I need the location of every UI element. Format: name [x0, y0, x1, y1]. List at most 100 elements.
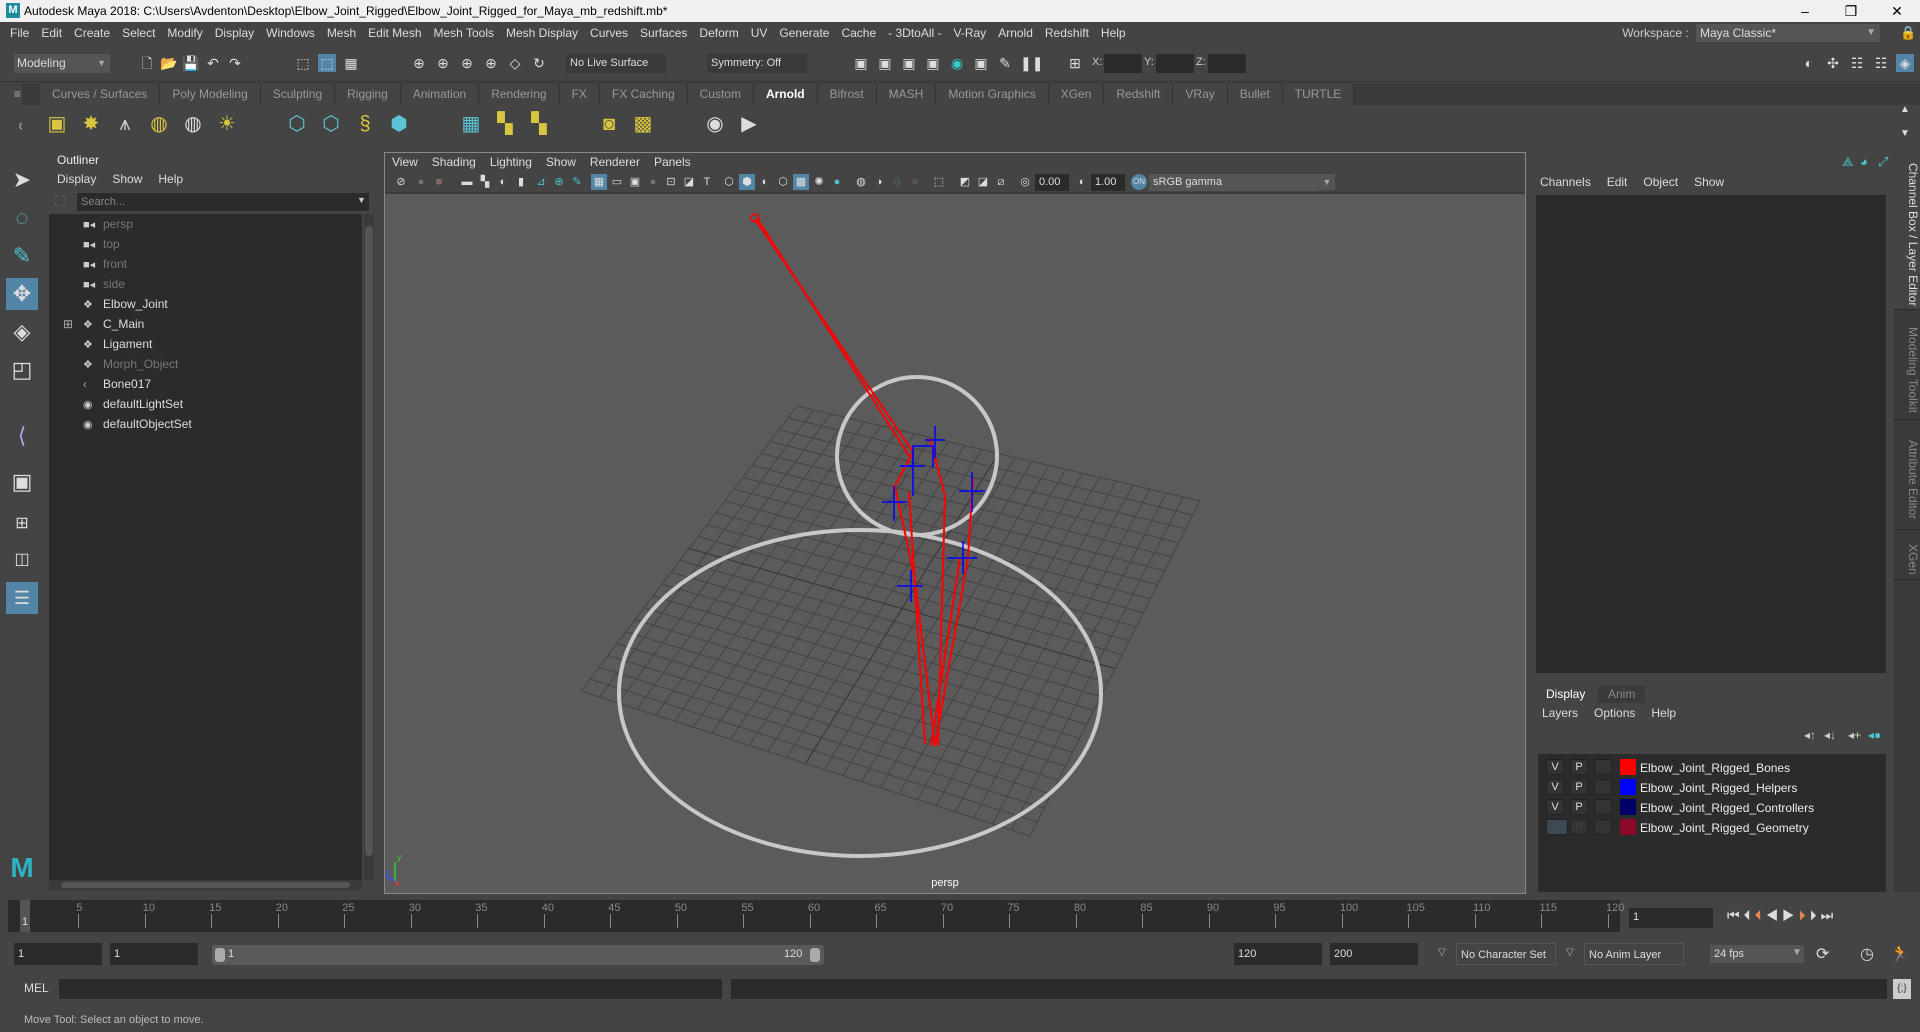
viewport-panel[interactable]: View Shading Lighting Show Renderer Panels ⊘ …	[384, 152, 1526, 894]
reference-toggle[interactable]	[1594, 819, 1612, 835]
reference-toggle[interactable]	[1594, 799, 1612, 815]
camera-attributes-icon[interactable]: ▬	[459, 174, 475, 190]
close-button[interactable]: ✕	[1874, 0, 1920, 22]
menu-display[interactable]: Display	[209, 22, 260, 44]
channel-box-menu-edit[interactable]: Edit	[1599, 172, 1636, 192]
outliner-item[interactable]: ◉ defaultLightSet	[83, 394, 183, 414]
default-material-icon[interactable]: ◐	[757, 174, 773, 190]
redo-icon[interactable]: ↷	[226, 54, 244, 72]
exposure-field[interactable]: 0.00	[1035, 174, 1069, 191]
arnold-render-icon[interactable]: ▶	[736, 111, 762, 137]
safe-title-icon[interactable]: T	[699, 174, 715, 190]
exposure-icon[interactable]: ◎	[1017, 174, 1033, 190]
anim-layer-arrow-icon[interactable]: ▽	[1566, 947, 1574, 958]
character-set-dropdown[interactable]: No Character Set	[1456, 943, 1556, 965]
select-tool-icon[interactable]: ➤	[6, 164, 38, 196]
xray-icon[interactable]: ◩	[957, 174, 973, 190]
outliner-search-input[interactable]: Search...	[77, 193, 369, 211]
fps-dropdown-arrow[interactable]: ▼	[1792, 947, 1802, 958]
menu-windows[interactable]: Windows	[260, 22, 321, 44]
visibility-toggle[interactable]	[1546, 819, 1568, 835]
last-tool-icon[interactable]: ⟨	[6, 420, 38, 452]
auto-key-icon[interactable]: ◷	[1860, 944, 1874, 964]
move-layer-down-icon[interactable]: ◂↓	[1824, 728, 1836, 742]
scene-start-field[interactable]: 1	[14, 943, 102, 965]
go-to-start-icon[interactable]: ⏮	[1727, 907, 1744, 923]
motion-blur-icon[interactable]: ◑	[871, 174, 887, 190]
reference-toggle[interactable]	[1594, 779, 1612, 795]
shelf-tab-poly-modeling[interactable]: Poly Modeling	[160, 84, 261, 105]
filter-icon[interactable]: ⛶	[55, 193, 65, 210]
shelf-scroll-down[interactable]: ▼	[1900, 128, 1910, 139]
loop-icon[interactable]: ⟳	[1816, 944, 1829, 964]
resolution-gate-icon[interactable]: ✎	[569, 174, 585, 190]
area-light-icon[interactable]: ▣	[44, 111, 70, 137]
layer-name[interactable]: Elbow_Joint_Rigged_Controllers	[1640, 798, 1814, 818]
shelf-tab-redshift[interactable]: Redshift	[1104, 84, 1174, 105]
go-to-end-icon[interactable]: ⏭	[1821, 907, 1838, 923]
grid-toggle-small-icon[interactable]: ⊿	[533, 174, 549, 190]
visibility-toggle[interactable]: V	[1546, 799, 1564, 815]
step-back-key-icon[interactable]: ⏴	[1744, 907, 1755, 923]
shelf-tab-mash[interactable]: MASH	[876, 84, 937, 105]
gamma-icon[interactable]: ◖	[1073, 174, 1089, 190]
side-tab-channel-box[interactable]: Channel Box / Layer Editor	[1894, 152, 1920, 310]
skydome-light-icon[interactable]: ◍	[146, 111, 172, 137]
range-start-handle[interactable]	[215, 948, 225, 962]
character-set-arrow-icon[interactable]: ▽	[1438, 947, 1446, 958]
outliner-menu-show[interactable]: Show	[104, 169, 150, 189]
shadow-catcher-icon[interactable]: ◙	[596, 111, 622, 137]
live-surface-field[interactable]: No Live Surface	[566, 54, 666, 73]
shelf-scroll-up[interactable]: ▲	[1900, 104, 1910, 115]
smooth-shade-icon[interactable]: ⬢	[739, 174, 755, 190]
view-transform-dropdown[interactable]: sRGB gamma	[1149, 174, 1319, 191]
playback-toggle[interactable]: P	[1570, 779, 1588, 795]
outliner-item[interactable]: ❖ Morph_Object	[83, 354, 178, 374]
single-perspective-layout-icon[interactable]: ▣	[6, 466, 38, 498]
shelf-tab-curves-surfaces[interactable]: Curves / Surfaces	[40, 84, 161, 105]
attribute-editor-icon[interactable]: ☷	[1848, 54, 1866, 72]
render-view-arnold-icon[interactable]: ▦	[458, 111, 484, 137]
current-frame-field[interactable]: 1	[1629, 908, 1713, 928]
light-editor-icon[interactable]: ✎	[996, 54, 1014, 72]
menu-mesh-tools[interactable]: Mesh Tools	[428, 22, 500, 44]
lock-camera-icon[interactable]: ●	[413, 174, 429, 190]
viewport-menu-renderer[interactable]: Renderer	[583, 153, 647, 171]
fps-dropdown[interactable]: 24 fps	[1710, 945, 1804, 963]
shelf-tab-bullet[interactable]: Bullet	[1227, 84, 1283, 105]
mel-label[interactable]: MEL	[24, 981, 49, 995]
snap-grid-icon[interactable]: ⊕	[410, 54, 428, 72]
transform-input-icon[interactable]: ⊞	[1066, 54, 1084, 72]
shelf-tab-arnold[interactable]: Arnold	[753, 84, 818, 105]
outliner-tab[interactable]: Outliner	[49, 152, 109, 168]
outliner-layout-icon[interactable]: ☰	[6, 582, 38, 614]
antialiasing-icon[interactable]: ◌	[889, 174, 905, 190]
view-transform-dropdown-arrow[interactable]: ▼	[1319, 174, 1335, 190]
channel-box-menu-channels[interactable]: Channels	[1532, 172, 1599, 192]
persp-outliner-layout-icon[interactable]: ◫	[6, 544, 38, 576]
channel-box-menu-object[interactable]: Object	[1635, 172, 1686, 192]
side-tab-xgen[interactable]: XGen	[1894, 532, 1920, 580]
render-setup-icon[interactable]: ▣	[972, 54, 990, 72]
menu-curves[interactable]: Curves	[584, 22, 634, 44]
move-layer-up-icon[interactable]: ◂↑	[1804, 728, 1816, 742]
anim-layer-dropdown[interactable]: No Anim Layer	[1584, 943, 1684, 965]
shelf-tab-sculpting[interactable]: Sculpting	[260, 84, 336, 105]
select-object-icon[interactable]: ⬚	[318, 54, 336, 72]
layer-editor-menu-options[interactable]: Options	[1586, 704, 1643, 722]
new-layer-icon[interactable]: ◂+	[1848, 728, 1861, 742]
use-all-lights-icon[interactable]: ✺	[811, 174, 827, 190]
film-gate-icon[interactable]: ⊕	[551, 174, 567, 190]
command-input[interactable]	[59, 979, 722, 999]
wireframe-on-shaded-icon[interactable]: ⬡	[775, 174, 791, 190]
shelf-tab-motion-graphics[interactable]: Motion Graphics	[936, 84, 1049, 105]
menu-help[interactable]: Help	[1095, 22, 1132, 44]
viewport-menu-lighting[interactable]: Lighting	[483, 153, 539, 171]
depth-of-field-icon[interactable]: ■	[907, 174, 923, 190]
resolution-gate-toggle-icon[interactable]: ▣	[627, 174, 643, 190]
shelf-tab-turtle[interactable]: TURTLE	[1282, 84, 1355, 105]
menu-uv[interactable]: UV	[745, 22, 774, 44]
shelf-tab-fx[interactable]: FX	[559, 84, 600, 105]
menu-surfaces[interactable]: Surfaces	[634, 22, 693, 44]
visibility-toggle[interactable]: V	[1546, 779, 1564, 795]
